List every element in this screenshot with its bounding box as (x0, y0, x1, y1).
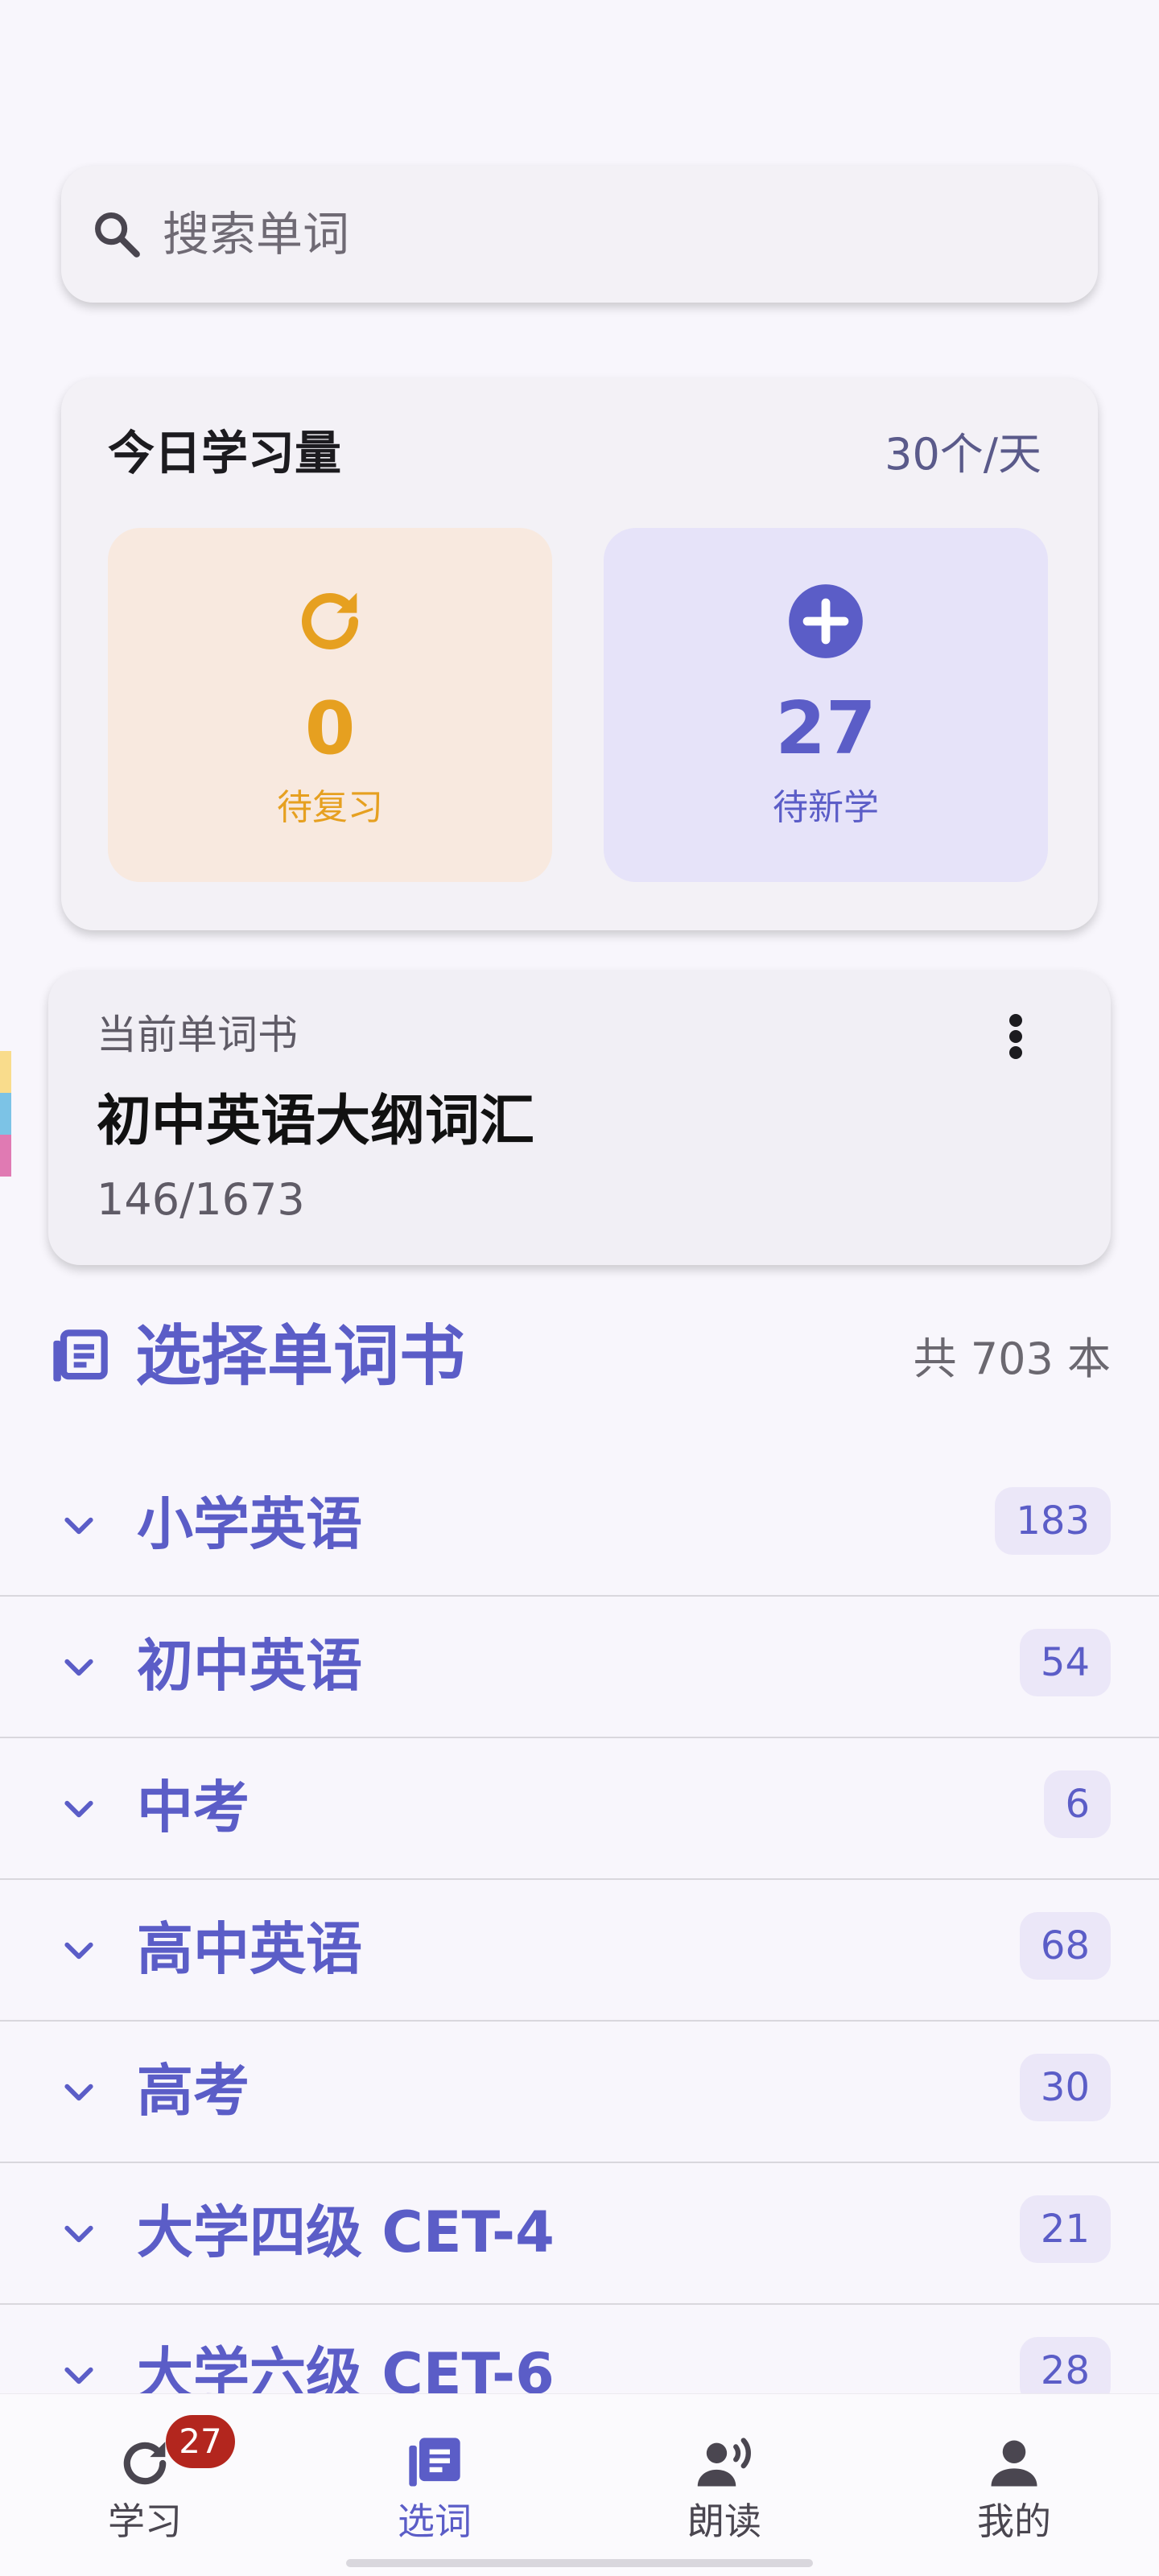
category-list: 小学英语 183 初中英语 54 中考 6 高中英语 68 高考 30 大学四级… (0, 1455, 1159, 2398)
search-icon (95, 212, 140, 258)
category-label: 大学六级 CET-6 (137, 2341, 555, 2398)
nav-study-badge: 27 (166, 2415, 235, 2468)
review-count: 0 (304, 686, 356, 771)
category-row[interactable]: 初中英语 54 (0, 1597, 1159, 1738)
category-label: 小学英语 (137, 1491, 362, 1557)
category-label: 高中英语 (137, 1916, 362, 1982)
nav-item-mine[interactable]: 我的 (869, 2394, 1159, 2576)
nav-label: 学习 (108, 2500, 182, 2543)
category-count-badge: 68 (1019, 1912, 1111, 1980)
chevron-down-icon (64, 2225, 93, 2243)
search-placeholder[interactable]: 搜索单词 (163, 206, 349, 262)
category-row[interactable]: 大学六级 CET-6 28 (0, 2305, 1159, 2398)
search-bar[interactable]: 搜索单词 (61, 166, 1098, 303)
new-count: 27 (775, 686, 876, 771)
current-book-progress: 146/1673 (97, 1174, 305, 1225)
nav-item-read-aloud[interactable]: 朗读 (580, 2394, 869, 2576)
bottom-nav: 27 学习 选词 朗读 我的 (0, 2393, 1159, 2576)
nav-label: 选词 (398, 2500, 472, 2543)
nav-label: 朗读 (687, 2500, 761, 2543)
review-tile[interactable]: 0 待复习 (108, 528, 552, 882)
nav-label: 我的 (977, 2500, 1051, 2543)
daily-rate[interactable]: 30个/天 (885, 427, 1041, 483)
plus-circle-icon (789, 584, 863, 658)
category-label: 中考 (137, 1774, 250, 1840)
side-color-strip (0, 1051, 11, 1177)
chevron-down-icon (64, 1517, 93, 1535)
nav-item-select-words[interactable]: 选词 (290, 2394, 580, 2576)
current-book-card[interactable]: 当前单词书 初中英语大纲词汇 146/1673 (48, 971, 1111, 1265)
today-study-card: 今日学习量 30个/天 0 待复习 27 待新学 (61, 378, 1098, 930)
chevron-down-icon (64, 2083, 93, 2101)
category-count-badge: 183 (995, 1487, 1111, 1555)
category-row[interactable]: 中考 6 (0, 1738, 1159, 1880)
chevron-down-icon (64, 1942, 93, 1960)
section-count: 共 703 本 (913, 1333, 1111, 1384)
nav-item-study[interactable]: 27 学习 (0, 2394, 290, 2576)
section-title: 选择单词书 (135, 1318, 466, 1395)
category-count-badge: 6 (1044, 1770, 1111, 1838)
category-count-badge: 21 (1019, 2195, 1111, 2263)
category-row[interactable]: 高中英语 68 (0, 1880, 1159, 2022)
new-label: 待新学 (773, 787, 879, 828)
book-icon (409, 2438, 460, 2487)
current-book-caption: 当前单词书 (97, 1012, 298, 1058)
category-count-badge: 54 (1019, 1629, 1111, 1696)
category-label: 大学四级 CET-4 (137, 2199, 555, 2265)
chevron-down-icon (64, 1659, 93, 1676)
refresh-icon (302, 592, 358, 649)
chevron-down-icon (64, 1800, 93, 1818)
category-row[interactable]: 大学四级 CET-4 21 (0, 2163, 1159, 2305)
category-count-badge: 28 (1019, 2337, 1111, 2398)
chevron-down-icon (64, 2367, 93, 2384)
category-row[interactable]: 小学英语 183 (0, 1455, 1159, 1597)
review-label: 待复习 (277, 787, 383, 828)
person-icon (991, 2440, 1037, 2487)
book-icon (53, 1329, 108, 1382)
voice-icon (697, 2438, 751, 2487)
category-count-badge: 30 (1019, 2054, 1111, 2121)
category-label: 高考 (137, 2058, 250, 2124)
more-vert-icon[interactable] (1008, 1012, 1024, 1061)
today-title: 今日学习量 (108, 426, 342, 480)
category-row[interactable]: 高考 30 (0, 2022, 1159, 2163)
current-book-name: 初中英语大纲词汇 (97, 1090, 535, 1153)
category-label: 初中英语 (137, 1633, 362, 1699)
new-tile[interactable]: 27 待新学 (604, 528, 1048, 882)
home-indicator[interactable] (346, 2559, 813, 2567)
